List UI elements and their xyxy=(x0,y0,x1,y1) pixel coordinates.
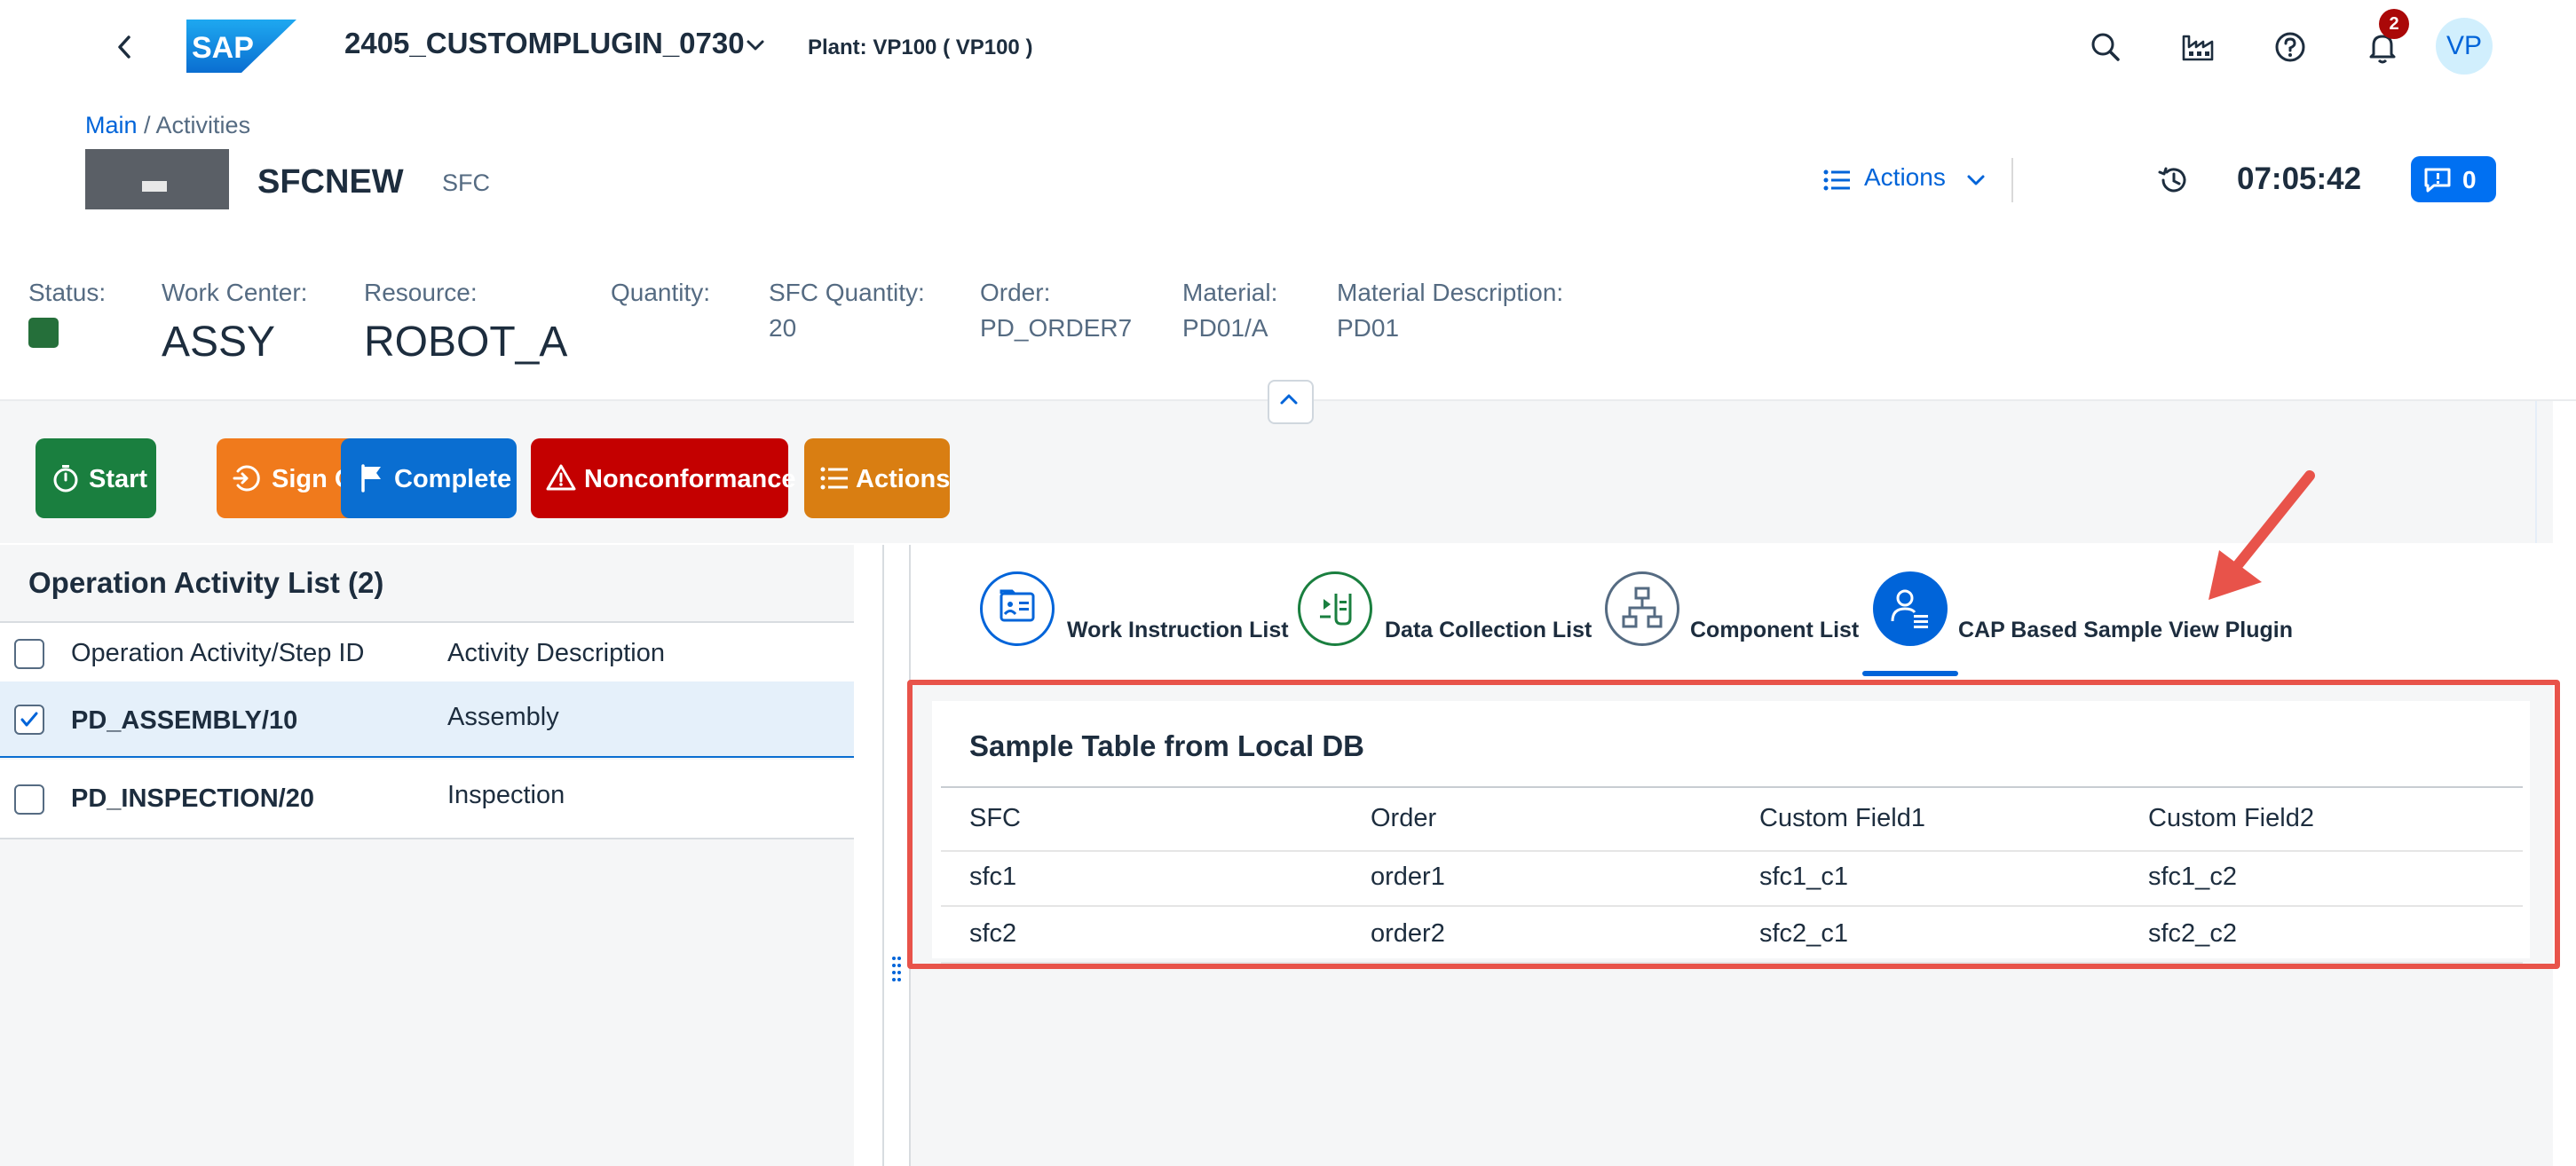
row-step-id: PD_INSPECTION/20 xyxy=(71,784,314,813)
splitter-line xyxy=(882,545,884,1166)
column-header-step-id[interactable]: Operation Activity/Step ID xyxy=(71,639,364,668)
svg-text:SAP: SAP xyxy=(192,31,254,65)
status-label: Status: xyxy=(28,279,107,306)
search-icon[interactable] xyxy=(2086,28,2125,67)
annotation-arrow-icon xyxy=(2193,461,2335,612)
tab-label: Component List xyxy=(1690,618,1860,642)
work-instruction-icon xyxy=(980,571,1055,646)
activity-list-title: Operation Activity List (2) xyxy=(28,566,384,599)
row-step-id: PD_ASSEMBLY/10 xyxy=(71,706,298,735)
shell-bar: SAP 2405_CUSTOMPLUGIN_0730 Plant: VP100 … xyxy=(0,0,2576,94)
plugin-panel-background xyxy=(911,976,2553,1166)
app-title[interactable]: 2405_CUSTOMPLUGIN_0730 xyxy=(344,27,745,60)
sap-logo[interactable]: SAP xyxy=(186,20,296,73)
data-collection-icon xyxy=(1298,571,1372,646)
highlight-box xyxy=(907,680,2560,969)
messages-button[interactable]: 0 xyxy=(2411,156,2496,202)
page-subtitle: SFC xyxy=(442,169,490,196)
actions-label: Actions xyxy=(856,465,951,493)
work-center-label: Work Center: xyxy=(162,279,308,306)
history-icon[interactable] xyxy=(2155,162,2193,199)
column-header-description[interactable]: Activity Description xyxy=(447,639,665,668)
tab-label: Work Instruction List xyxy=(1067,618,1289,642)
flag-icon xyxy=(355,462,387,494)
breadcrumb: Main / Activities xyxy=(85,112,250,139)
row-checkbox-checked[interactable] xyxy=(14,705,44,735)
list-icon xyxy=(1823,169,1852,192)
sfc-quantity-value: 20 xyxy=(769,314,797,342)
plant-label: Plant: VP100 ( VP100 ) xyxy=(808,35,1033,59)
start-button[interactable]: Start xyxy=(36,438,156,518)
header-divider xyxy=(2011,158,2013,202)
tab-label: CAP Based Sample View Plugin xyxy=(1958,618,2293,642)
breadcrumb-separator: / xyxy=(137,112,156,138)
selected-tab-indicator xyxy=(1862,671,1958,676)
actions-button[interactable]: Actions xyxy=(804,438,950,518)
avatar[interactable]: VP xyxy=(2436,18,2493,75)
message-icon xyxy=(2423,167,2452,193)
order-label: Order: xyxy=(980,279,1051,306)
notification-badge: 2 xyxy=(2379,9,2409,39)
complete-button[interactable]: Complete xyxy=(341,438,517,518)
row-description: Assembly xyxy=(447,703,559,731)
stopwatch-icon xyxy=(50,462,82,494)
material-value: PD01/A xyxy=(1182,314,1268,342)
breadcrumb-main-link[interactable]: Main xyxy=(85,112,138,138)
complete-label: Complete xyxy=(394,465,512,493)
sfc-quantity-label: SFC Quantity: xyxy=(769,279,925,306)
header-actions-label: Actions xyxy=(1864,163,1946,191)
back-arrow-icon[interactable] xyxy=(107,27,142,67)
component-hierarchy-icon xyxy=(1605,571,1679,646)
status-indicator xyxy=(28,318,59,348)
breadcrumb-current: Activities xyxy=(155,112,251,138)
chevron-down-icon[interactable] xyxy=(744,34,767,57)
list-icon xyxy=(818,462,850,494)
row-checkbox[interactable] xyxy=(14,784,44,815)
collapse-header-button[interactable] xyxy=(1268,380,1314,424)
resource-value: ROBOT_A xyxy=(364,319,568,366)
chevron-down-icon xyxy=(1965,170,1987,190)
object-thumbnail xyxy=(85,149,229,209)
warning-icon xyxy=(545,462,577,494)
user-list-icon xyxy=(1873,571,1948,646)
material-description-label: Material Description: xyxy=(1337,279,1564,306)
quantity-label: Quantity: xyxy=(611,279,711,306)
help-icon[interactable] xyxy=(2271,28,2310,67)
activity-list-header: Operation Activity/Step ID Activity Desc… xyxy=(0,621,854,683)
row-description: Inspection xyxy=(447,781,565,809)
resource-label: Resource: xyxy=(364,279,478,306)
splitter-grip-icon[interactable] xyxy=(891,955,902,983)
messages-count: 0 xyxy=(2462,166,2477,193)
tab-label: Data Collection List xyxy=(1385,618,1592,642)
band-edge xyxy=(2535,401,2537,543)
work-center-value: ASSY xyxy=(162,319,276,366)
tab-component-list[interactable]: Component List xyxy=(1605,571,1862,664)
material-description-value: PD01 xyxy=(1337,314,1400,342)
tab-data-collection-list[interactable]: Data Collection List xyxy=(1298,571,1600,664)
start-label: Start xyxy=(89,465,148,493)
table-row[interactable]: PD_ASSEMBLY/10 Assembly xyxy=(0,681,854,758)
nonconformance-label: Nonconformance xyxy=(584,465,796,493)
tab-work-instruction-list[interactable]: Work Instruction List xyxy=(980,571,1289,664)
factory-icon[interactable] xyxy=(2178,28,2217,67)
order-value: PD_ORDER7 xyxy=(980,314,1133,342)
material-label: Material: xyxy=(1182,279,1278,306)
clock-display: 07:05:42 xyxy=(2237,162,2362,196)
select-all-checkbox[interactable] xyxy=(14,639,44,669)
page-title: SFCNEW xyxy=(257,163,404,201)
nonconformance-button[interactable]: Nonconformance xyxy=(531,438,795,518)
table-row[interactable]: PD_INSPECTION/20 Inspection xyxy=(0,760,854,839)
sign-off-icon xyxy=(231,462,263,494)
